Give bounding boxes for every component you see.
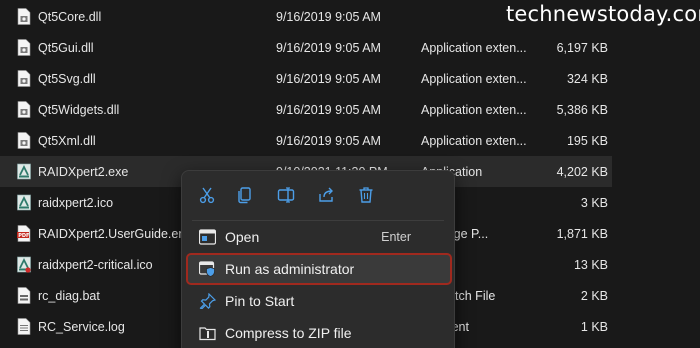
share-button[interactable] [311,181,341,209]
dll-file-icon [17,8,31,25]
ico-file-icon [17,194,31,211]
file-size: 13 KB [573,257,608,272]
file-type: Application exten... [421,102,527,117]
dll-file-icon [17,132,31,149]
pin-icon [199,293,216,309]
file-name: Qt5Gui.dll [38,40,94,55]
file-name: Qt5Xml.dll [38,133,96,148]
file-row-qt5widgets[interactable]: Qt5Widgets.dll 9/16/2019 9:05 AM Applica… [0,94,612,125]
context-menu-toolbar [182,177,454,213]
cut-button[interactable] [192,181,222,209]
pdf-file-icon: PDF [17,225,31,242]
file-name: Qt5Widgets.dll [38,102,120,117]
file-type: Application exten... [421,71,527,86]
file-name: Qt5Core.dll [38,9,102,24]
file-date: 9/16/2019 9:05 AM [276,133,381,148]
dll-file-icon [17,70,31,87]
menu-item-label: Compress to ZIP file [225,325,352,341]
file-date: 9/16/2019 9:05 AM [276,40,381,55]
menu-separator [192,220,444,221]
file-name: RC_Service.log [38,319,125,334]
cut-icon [199,187,215,204]
file-size: 1 KB [580,319,608,334]
exe-file-icon [17,163,31,180]
file-size: 2 KB [580,288,608,303]
file-name: Qt5Svg.dll [38,71,96,86]
copy-icon [238,187,251,204]
share-icon [319,187,333,202]
ico-file-icon [17,256,31,273]
menu-item-compress-zip[interactable]: Compress to ZIP file [187,318,451,348]
shield-icon [199,261,215,277]
file-name: raidxpert2-critical.ico [38,257,153,272]
log-file-icon [17,318,31,335]
menu-item-open[interactable]: Open Enter [187,222,451,252]
file-name: rc_diag.bat [38,288,100,303]
file-row-qt5svg[interactable]: Qt5Svg.dll 9/16/2019 9:05 AM Application… [0,63,612,94]
menu-item-label: Open [225,229,260,245]
file-name: RAIDXpert2.exe [38,164,129,179]
delete-icon [359,187,373,203]
file-name: RAIDXpert2.UserGuide.enu. [38,226,196,241]
menu-item-label: Run as administrator [225,261,355,277]
file-row-qt5xml[interactable]: Qt5Xml.dll 9/16/2019 9:05 AM Application… [0,125,612,156]
menu-item-run-as-administrator[interactable]: Run as administrator [186,253,452,285]
svg-text:PDF: PDF [18,233,29,239]
bat-file-icon [17,287,31,304]
copy-button[interactable] [230,181,260,209]
rename-button[interactable] [271,181,301,209]
file-size: 5,386 KB [556,102,608,117]
file-size: 3 KB [580,195,608,210]
open-icon [199,229,216,245]
file-date: 9/16/2019 9:05 AM [276,71,381,86]
file-size: 324 KB [566,71,608,86]
menu-item-pin-to-start[interactable]: Pin to Start [187,286,451,316]
dll-file-icon [17,101,31,118]
file-size: 1,871 KB [556,226,608,241]
file-size: 195 KB [566,133,608,148]
file-row-qt5gui[interactable]: Qt5Gui.dll 9/16/2019 9:05 AM Application… [0,32,612,63]
file-type: Application exten... [421,133,527,148]
menu-item-shortcut: Enter [381,230,411,244]
dll-file-icon [17,39,31,56]
file-name: raidxpert2.ico [38,195,114,210]
file-date: 9/16/2019 9:05 AM [276,9,381,24]
context-menu: Open Enter Run as administrator Pin to S… [181,170,455,348]
file-size: 6,197 KB [556,40,608,55]
menu-item-label: Pin to Start [225,293,295,309]
zip-folder-icon [199,327,216,341]
file-size: 4,202 KB [556,164,608,179]
file-date: 9/16/2019 9:05 AM [276,102,381,117]
file-type: Application exten... [421,40,527,55]
delete-button[interactable] [351,181,381,209]
rename-icon [277,187,295,203]
site-watermark: technewstoday.com [506,2,700,26]
